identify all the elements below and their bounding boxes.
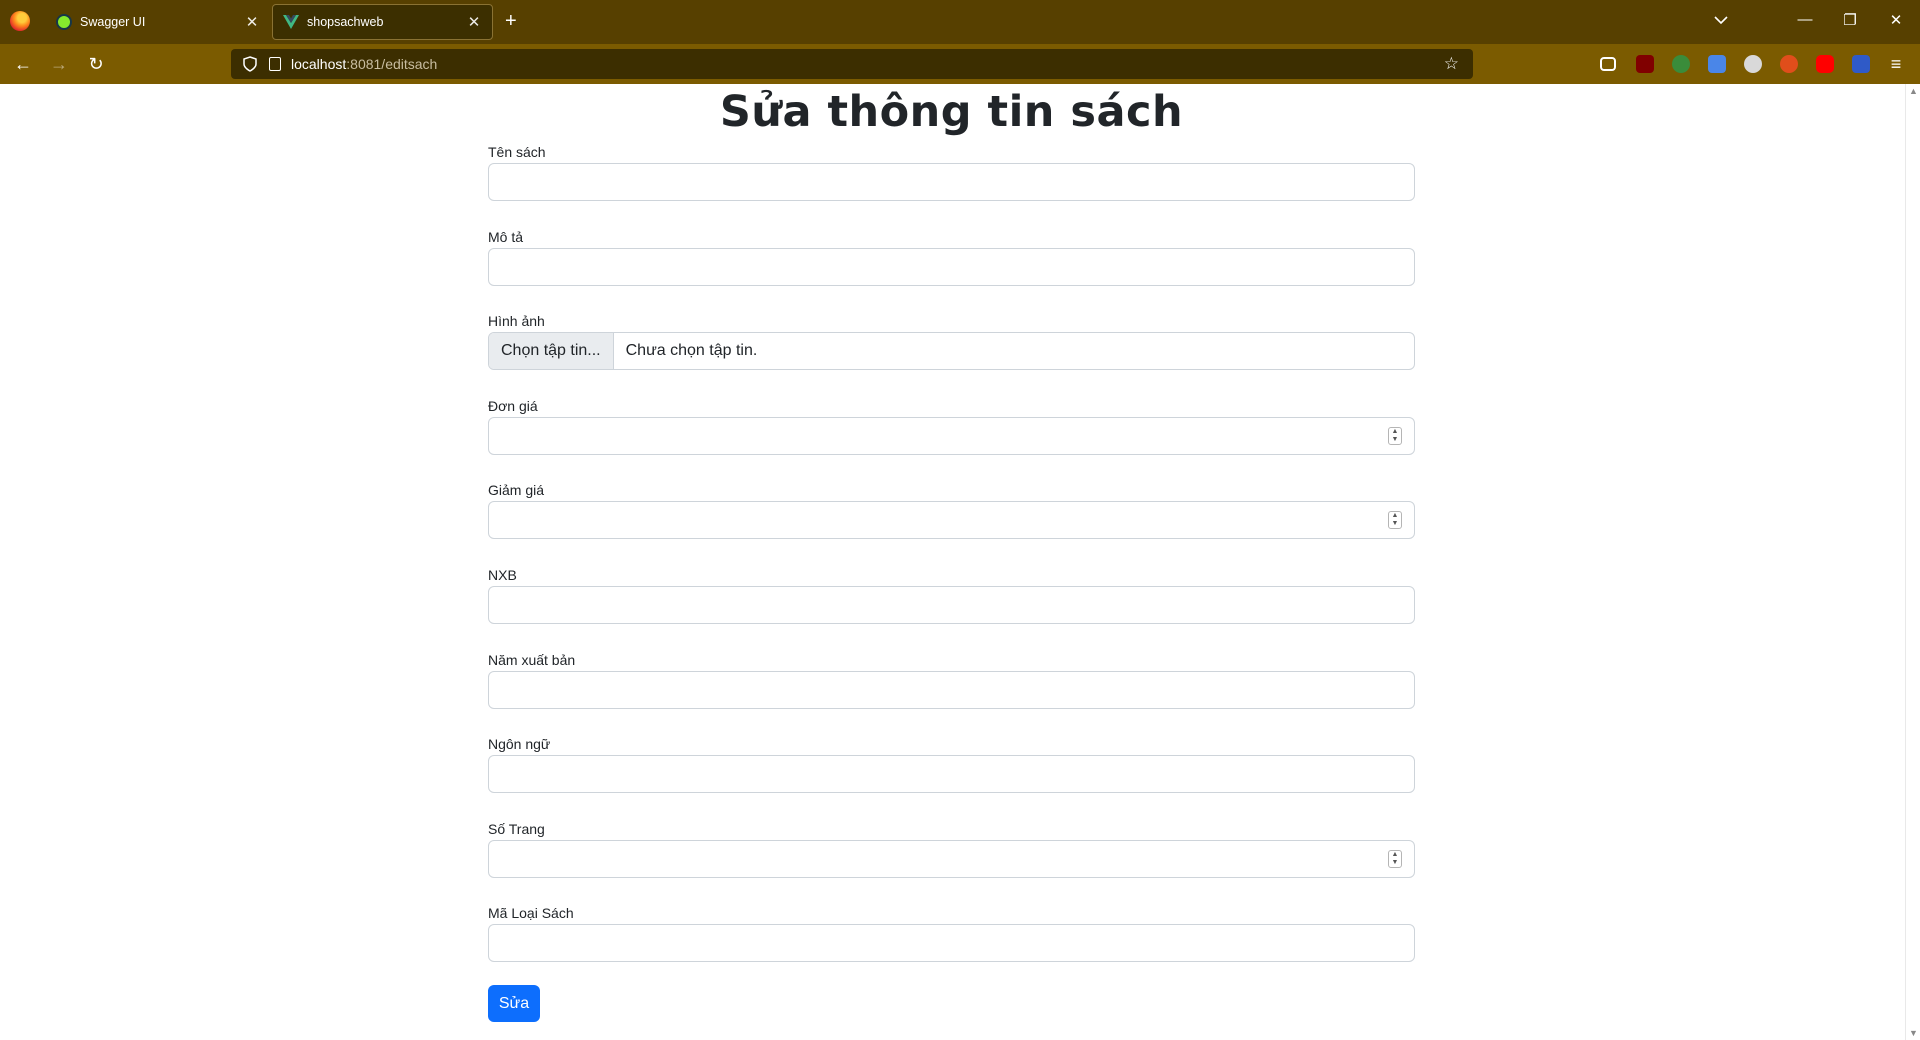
- page-info-icon[interactable]: [269, 57, 281, 71]
- field-label: Hình ảnh: [488, 313, 545, 329]
- bookmark-star-icon[interactable]: ☆: [1444, 54, 1459, 74]
- vue-favicon-icon: [283, 14, 299, 30]
- pocket-icon[interactable]: [1600, 57, 1616, 71]
- url-host: localhost: [291, 56, 347, 72]
- url-path: :8081/editsach: [346, 56, 438, 72]
- so-trang-input[interactable]: ▲ ▼: [488, 840, 1415, 878]
- field-giam-gia: Giảm giá ▲ ▼: [488, 482, 1415, 539]
- ublock-icon[interactable]: [1636, 55, 1654, 73]
- menu-icon[interactable]: ≡: [1884, 52, 1908, 76]
- field-ten-sach: Tên sách: [488, 144, 1415, 201]
- choose-file-button[interactable]: Chọn tập tin...: [489, 333, 614, 369]
- field-label: Giảm giá: [488, 482, 545, 498]
- file-status-text: Chưa chọn tập tin.: [625, 342, 758, 359]
- tab-swagger-ui[interactable]: Swagger UI ✕: [46, 4, 270, 40]
- mo-ta-input[interactable]: [488, 248, 1415, 286]
- field-label: Mô tả: [488, 229, 524, 245]
- forward-icon[interactable]: →: [47, 52, 71, 76]
- submit-edit-button[interactable]: Sửa: [488, 985, 540, 1022]
- ten-sach-input[interactable]: [488, 163, 1415, 201]
- firefox-logo-icon[interactable]: [10, 11, 30, 31]
- tab-shopsachweb[interactable]: shopsachweb ✕: [272, 4, 493, 40]
- ma-loai-sach-input[interactable]: [488, 924, 1415, 962]
- ngon-ngu-input[interactable]: [488, 755, 1415, 793]
- field-label: Đơn giá: [488, 398, 538, 414]
- nxb-input[interactable]: [488, 586, 1415, 624]
- nam-xuat-ban-input[interactable]: [488, 671, 1415, 709]
- extension-globe-icon[interactable]: [1672, 55, 1690, 73]
- field-nam-xuat-ban: Năm xuất bản: [488, 652, 1415, 709]
- field-label: Ngôn ngữ: [488, 736, 551, 752]
- close-icon[interactable]: ✕: [466, 13, 482, 31]
- list-all-tabs-icon[interactable]: [1714, 12, 1728, 30]
- vertical-scrollbar[interactable]: ▲ ▼: [1905, 84, 1920, 1040]
- number-spinner-icon[interactable]: ▲ ▼: [1388, 850, 1402, 868]
- url-bar[interactable]: localhost:8081/editsach ☆: [231, 49, 1473, 79]
- giam-gia-input[interactable]: ▲ ▼: [488, 501, 1415, 539]
- new-tab-icon[interactable]: +: [505, 10, 517, 32]
- window-close-icon[interactable]: ✕: [1886, 11, 1906, 29]
- restore-icon[interactable]: ❐: [1840, 11, 1860, 29]
- navigation-bar: ← → ↻ localhost:8081/editsach ☆ ≡: [0, 44, 1920, 84]
- extension-red-icon[interactable]: [1780, 55, 1798, 73]
- don-gia-input[interactable]: ▲ ▼: [488, 417, 1415, 455]
- minimize-icon[interactable]: —: [1795, 11, 1815, 28]
- field-so-trang: Số Trang ▲ ▼: [488, 821, 1415, 878]
- close-icon[interactable]: ✕: [244, 13, 260, 31]
- tab-title: shopsachweb: [307, 15, 384, 29]
- page-content: Sửa thông tin sách Tên sách Mô tả Hình ả…: [0, 84, 1905, 1040]
- scroll-down-icon[interactable]: ▼: [1909, 1028, 1918, 1038]
- back-icon[interactable]: ←: [11, 52, 35, 76]
- shield-icon[interactable]: [243, 56, 257, 72]
- youtube-icon[interactable]: [1816, 55, 1834, 73]
- field-ngon-ngu: Ngôn ngữ: [488, 736, 1415, 793]
- scroll-up-icon[interactable]: ▲: [1909, 86, 1918, 96]
- field-mo-ta: Mô tả: [488, 229, 1415, 286]
- field-nxb: NXB: [488, 567, 1415, 624]
- extension-icon[interactable]: [1744, 55, 1762, 73]
- swagger-favicon-icon: [56, 14, 72, 30]
- number-spinner-icon[interactable]: ▲ ▼: [1388, 427, 1402, 445]
- field-label: Số Trang: [488, 821, 545, 837]
- tab-title: Swagger UI: [80, 15, 146, 29]
- translate-icon[interactable]: [1708, 55, 1726, 73]
- bitwarden-icon[interactable]: [1852, 55, 1870, 73]
- page-title: Sửa thông tin sách: [719, 87, 1184, 137]
- field-label: Mã Loại Sách: [488, 905, 574, 921]
- field-label: NXB: [488, 567, 517, 583]
- field-hinh-anh: Hình ảnh Chọn tập tin... Chưa chọn tập t…: [488, 313, 1415, 370]
- tab-bar: Swagger UI ✕ shopsachweb ✕ + — ❐ ✕: [0, 0, 1920, 44]
- field-label: Năm xuất bản: [488, 652, 576, 668]
- number-spinner-icon[interactable]: ▲ ▼: [1388, 511, 1402, 529]
- hinh-anh-file-input[interactable]: Chọn tập tin... Chưa chọn tập tin.: [488, 332, 1415, 370]
- field-don-gia: Đơn giá ▲ ▼: [488, 398, 1415, 455]
- field-ma-loai-sach: Mã Loại Sách: [488, 905, 1415, 962]
- field-label: Tên sách: [488, 144, 546, 160]
- reload-icon[interactable]: ↻: [84, 52, 108, 76]
